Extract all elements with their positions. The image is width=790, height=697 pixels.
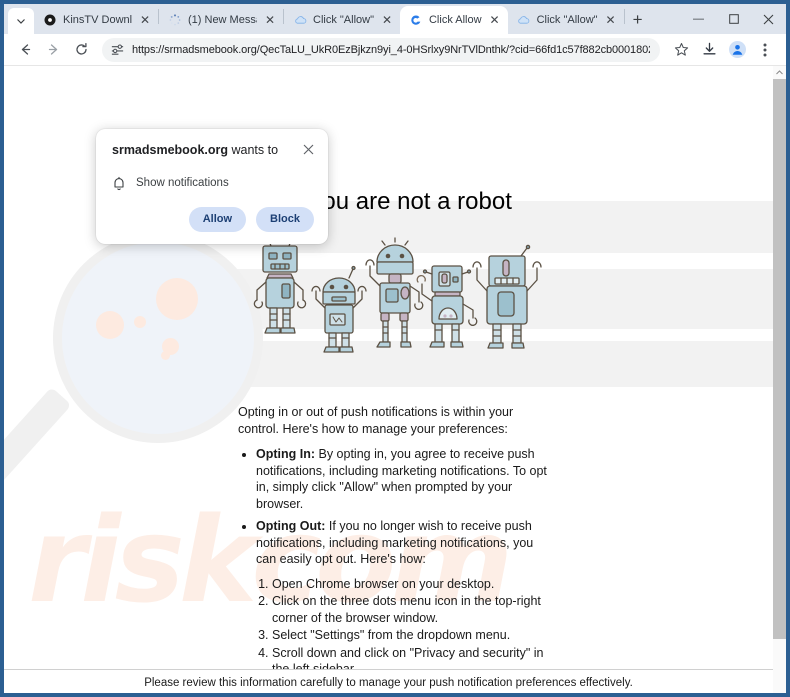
tab-search-button[interactable] bbox=[8, 8, 34, 34]
options-list: Opting In: By opting in, you agree to re… bbox=[238, 446, 550, 568]
permission-title: srmadsmebook.org wants to bbox=[112, 143, 278, 159]
tab-click-allow-2[interactable]: Click "Allow" ✕ bbox=[508, 6, 624, 34]
loading-spinner-icon bbox=[168, 13, 182, 27]
permission-header: srmadsmebook.org wants to bbox=[112, 143, 314, 159]
watermark-dot bbox=[161, 351, 170, 360]
list-item-opting-out: Opting Out: If you no longer wish to rec… bbox=[256, 518, 550, 568]
tab-new-message[interactable]: (1) New Message ✕ bbox=[159, 6, 283, 34]
url-text: https://srmadsmebook.org/QecTaLU_UkR0EzB… bbox=[132, 43, 650, 56]
blue-cloud-icon bbox=[293, 13, 307, 27]
permission-host: srmadsmebook.org bbox=[112, 143, 229, 157]
bell-icon bbox=[112, 176, 126, 191]
permission-option-label: Show notifications bbox=[136, 177, 229, 190]
block-button[interactable]: Block bbox=[256, 206, 314, 232]
new-tab-button[interactable]: + bbox=[625, 7, 651, 33]
permission-actions: Allow Block bbox=[112, 206, 314, 232]
tab-click-allow-active[interactable]: Click Allow ✕ bbox=[399, 6, 508, 34]
bullet-label: Opting In: bbox=[256, 447, 316, 461]
tab-label: Click "Allow" bbox=[313, 14, 374, 26]
notification-permission-dialog[interactable]: srmadsmebook.org wants to Show notificat… bbox=[96, 129, 328, 244]
tab-close-icon[interactable]: ✕ bbox=[604, 13, 618, 27]
tab-label: Click "Allow" bbox=[536, 14, 598, 26]
permission-option-row: Show notifications bbox=[112, 176, 314, 191]
intro-paragraph: Opting in or out of push notifications i… bbox=[238, 405, 514, 436]
tab-label: Click Allow bbox=[428, 14, 482, 26]
downloads-icon[interactable] bbox=[696, 37, 722, 63]
footer-text: Please review this information carefully… bbox=[144, 677, 633, 689]
tab-kinstv-download[interactable]: KinsTV Download ✕ bbox=[34, 6, 158, 34]
list-item: Select "Settings" from the dropdown menu… bbox=[272, 627, 550, 644]
minimize-button[interactable]: — bbox=[681, 4, 716, 34]
list-item: Open Chrome browser on your desktop. bbox=[272, 576, 550, 593]
bullet-label: Opting Out: bbox=[256, 519, 326, 533]
scrollbar-thumb[interactable] bbox=[773, 79, 786, 639]
maximize-button[interactable] bbox=[716, 4, 751, 34]
three-dot-menu-icon[interactable] bbox=[752, 37, 778, 63]
tab-close-icon[interactable]: ✕ bbox=[488, 13, 502, 27]
page-scrollbar[interactable] bbox=[773, 66, 786, 693]
tab-strip: KinsTV Download ✕ (1) New Message ✕ bbox=[4, 4, 786, 34]
watermark-dot bbox=[156, 278, 198, 320]
list-item: Click on the three dots menu icon in the… bbox=[272, 593, 550, 626]
page-viewport: riskcom Click "Allow" if you are not a r… bbox=[4, 66, 786, 693]
watermark-dot bbox=[134, 316, 146, 328]
tab-label: KinsTV Download bbox=[63, 14, 132, 26]
chevron-down-icon bbox=[16, 16, 26, 26]
tab-close-icon[interactable]: ✕ bbox=[138, 13, 152, 27]
address-bar[interactable]: https://srmadsmebook.org/QecTaLU_UkR0EzB… bbox=[102, 37, 660, 62]
permission-title-suffix: wants to bbox=[228, 143, 279, 157]
blue-swirl-icon bbox=[409, 13, 423, 27]
profile-avatar-icon[interactable] bbox=[724, 37, 750, 63]
close-window-button[interactable] bbox=[751, 4, 786, 34]
browser-window: KinsTV Download ✕ (1) New Message ✕ bbox=[0, 0, 790, 697]
page-settings-icon[interactable] bbox=[110, 42, 125, 57]
tab-close-icon[interactable]: ✕ bbox=[380, 13, 394, 27]
browser-toolbar: https://srmadsmebook.org/QecTaLU_UkR0EzB… bbox=[4, 34, 786, 66]
robots-illustration bbox=[249, 234, 549, 364]
watermark-dot bbox=[96, 311, 124, 339]
blue-cloud-icon bbox=[517, 13, 531, 27]
tab-click-allow-1[interactable]: Click "Allow" ✕ bbox=[284, 6, 400, 34]
black-circle-icon bbox=[43, 13, 57, 27]
instructions-block: Opting in or out of push notifications i… bbox=[238, 404, 550, 693]
tab-label: (1) New Message bbox=[188, 14, 257, 26]
allow-button[interactable]: Allow bbox=[188, 206, 247, 232]
avatar bbox=[728, 41, 746, 58]
reload-button[interactable] bbox=[68, 37, 94, 63]
watermark-magnifier-icon bbox=[62, 242, 254, 434]
forward-button[interactable] bbox=[40, 37, 66, 63]
back-button[interactable] bbox=[12, 37, 38, 63]
bookmark-star-icon[interactable] bbox=[668, 37, 694, 63]
tab-close-icon[interactable]: ✕ bbox=[263, 13, 277, 27]
page-footer: Please review this information carefully… bbox=[4, 669, 773, 693]
close-icon[interactable] bbox=[303, 143, 314, 157]
list-item-opting-in: Opting In: By opting in, you agree to re… bbox=[256, 446, 550, 512]
scroll-up-arrow[interactable] bbox=[773, 66, 786, 79]
window-controls: — bbox=[681, 4, 786, 34]
